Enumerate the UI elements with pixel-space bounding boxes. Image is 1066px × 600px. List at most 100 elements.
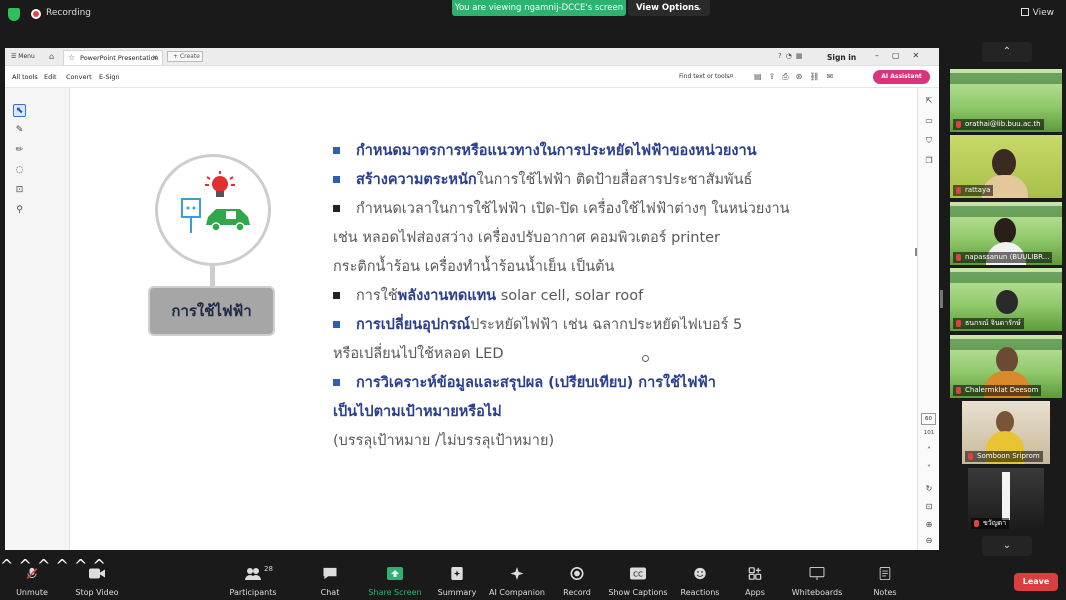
- create-button[interactable]: + Create: [167, 51, 203, 62]
- muted-mic-icon: [956, 254, 961, 261]
- tab-powerpoint-presentation[interactable]: ☆ PowerPoint Presentation ✕: [63, 50, 163, 65]
- video-tile[interactable]: orathai@lib.buu.ac.th: [950, 69, 1062, 132]
- bullet-4-pre: การใช้: [356, 288, 398, 304]
- notes-button[interactable]: Notes: [866, 556, 904, 600]
- menu-convert[interactable]: Convert: [66, 73, 92, 81]
- stamp-tool-icon[interactable]: ⚲: [13, 204, 26, 217]
- zoom-in-icon[interactable]: ⊕: [923, 520, 935, 529]
- participant-name: rattaya: [965, 186, 991, 194]
- rotate-icon[interactable]: ↻: [923, 484, 935, 493]
- illustration-circle: [155, 154, 271, 266]
- menu-edit[interactable]: Edit: [44, 73, 57, 81]
- unmute-label: Unmute: [16, 588, 48, 597]
- muted-mic-icon: [956, 387, 961, 394]
- bullet-marker: [333, 205, 340, 212]
- toolbar-icons[interactable]: ▤⇪⎙⊛⛓✉: [754, 72, 840, 82]
- video-tile[interactable]: Chalermklat Deesom: [950, 335, 1062, 398]
- pages-icon[interactable]: ❐: [923, 156, 935, 165]
- view-options-button[interactable]: View Options ⌄: [628, 0, 710, 16]
- zoom-out-icon[interactable]: ⊖: [923, 536, 935, 545]
- participants-button[interactable]: Participants: [226, 556, 280, 600]
- muted-mic-icon: [956, 121, 961, 128]
- record-label: Record: [563, 588, 591, 597]
- menu-e-sign[interactable]: E-Sign: [99, 73, 120, 81]
- apps-icon: [748, 567, 762, 580]
- draw-tool-icon[interactable]: ✏: [13, 144, 26, 157]
- captions-icon: CC: [630, 567, 646, 580]
- scroll-down-button[interactable]: ⌄: [982, 536, 1032, 556]
- ai-companion-button[interactable]: AI Companion: [486, 556, 548, 600]
- bullet-5-line2: หรือเปลี่ยนไปใช้หลอด LED: [333, 346, 504, 362]
- stop-video-label: Stop Video: [75, 588, 119, 597]
- muted-mic-icon: [974, 520, 979, 527]
- video-tile[interactable]: ขวัญตา: [968, 468, 1044, 531]
- record-icon: [570, 567, 584, 580]
- recording-icon: [31, 9, 41, 19]
- video-tile[interactable]: Somboon Sriprom: [962, 401, 1050, 464]
- bullet-marker: [333, 176, 340, 183]
- page-total: 101: [923, 430, 935, 436]
- apps-label: Apps: [745, 588, 765, 597]
- bullet-3-line3: กระติกน้ำร้อน เครื่องทำน้ำร้อนน้ำเย็น เป…: [333, 259, 615, 275]
- apps-button[interactable]: Apps: [738, 556, 772, 600]
- acrobat-tab-bar: ☰ Menu ⌂ ☆ PowerPoint Presentation ✕ + C…: [5, 48, 939, 66]
- participant-name: Somboon Sriprom: [977, 452, 1040, 460]
- ai-assistant-button[interactable]: AI Assistant: [873, 70, 930, 84]
- participant-name: ธนกรณ์ จินดารักษ์: [965, 319, 1021, 327]
- video-tile[interactable]: rattaya: [950, 135, 1062, 198]
- record-button[interactable]: Record: [556, 556, 598, 600]
- panel-resize-handle[interactable]: [940, 290, 943, 308]
- notes-icon: [879, 567, 891, 580]
- bookmark-icon[interactable]: ⛉: [923, 136, 935, 146]
- whiteboard-icon: [809, 567, 825, 580]
- bullet-4-rest: solar cell, solar roof: [496, 288, 644, 304]
- show-captions-button[interactable]: CC Show Captions: [608, 556, 668, 600]
- comment-icon[interactable]: ▭: [923, 116, 935, 125]
- video-tile[interactable]: ธนกรณ์ จินดารักษ์: [950, 268, 1062, 331]
- close-tab-icon[interactable]: ✕: [152, 51, 158, 65]
- tab-title: PowerPoint Presentation: [80, 54, 159, 62]
- select-tool-icon[interactable]: ⬉: [13, 104, 26, 117]
- view-options-label: View Options: [636, 3, 700, 13]
- unmute-button[interactable]: Unmute: [10, 556, 54, 600]
- find-text-label[interactable]: Find text or tools: [679, 73, 729, 80]
- view-button[interactable]: View: [1020, 8, 1054, 18]
- page-down-icon[interactable]: ˅: [923, 464, 935, 473]
- help-icons[interactable]: ?◔▦: [778, 52, 806, 60]
- window-controls[interactable]: –▢✕: [875, 51, 932, 60]
- home-icon[interactable]: ⌂: [49, 52, 54, 61]
- chat-button[interactable]: Chat: [312, 556, 348, 600]
- fit-page-icon[interactable]: ⊡: [923, 502, 935, 511]
- highlight-tool-icon[interactable]: ◌: [13, 164, 26, 177]
- scroll-up-button[interactable]: ⌃: [982, 42, 1032, 62]
- menu-all-tools[interactable]: All tools: [12, 73, 38, 81]
- acrobat-menu-bar: All tools Edit Convert E-Sign Find text …: [5, 66, 939, 88]
- comment-tool-icon[interactable]: ✎: [13, 124, 26, 137]
- share-screen-button[interactable]: Share Screen: [366, 556, 424, 600]
- bullet-2-bold: สร้างความตระหนัก: [356, 172, 477, 188]
- bullet-marker: [333, 321, 340, 328]
- whiteboards-button[interactable]: Whiteboards: [788, 556, 846, 600]
- search-icon[interactable]: ⌕: [729, 71, 734, 81]
- menu-button[interactable]: ☰ Menu: [11, 53, 35, 60]
- participants-label: Participants: [229, 588, 277, 597]
- right-tools-panel: ⇱ ▭ ⛉ ❐ 60 101 ˄ ˅ ↻ ⊡ ⊕ ⊖: [917, 88, 939, 550]
- slide-page: การใช้ไฟฟ้า กำหนดมาตรการหรือแนวทางในการป…: [71, 88, 917, 550]
- stop-video-button[interactable]: Stop Video: [72, 556, 122, 600]
- text-tool-icon[interactable]: ⊡: [13, 184, 26, 197]
- leave-button[interactable]: Leave: [1014, 573, 1058, 591]
- export-icon[interactable]: ⇱: [923, 96, 935, 105]
- summary-button[interactable]: Summary: [434, 556, 480, 600]
- bullet-marker: [333, 147, 340, 154]
- connector-stem: [210, 264, 215, 286]
- page-number-field[interactable]: 60: [921, 413, 936, 425]
- sign-in-button[interactable]: Sign in: [827, 53, 856, 62]
- chat-options-caret[interactable]: ^: [56, 556, 69, 575]
- muted-mic-icon: [956, 187, 961, 194]
- participant-name: ขวัญตา: [983, 519, 1007, 527]
- reactions-button[interactable]: Reactions: [678, 556, 722, 600]
- page-up-icon[interactable]: ˄: [923, 446, 935, 455]
- star-icon[interactable]: ☆: [68, 51, 75, 65]
- shield-icon[interactable]: [8, 8, 20, 21]
- video-tile[interactable]: napassanun (BUULIBR...: [950, 202, 1062, 265]
